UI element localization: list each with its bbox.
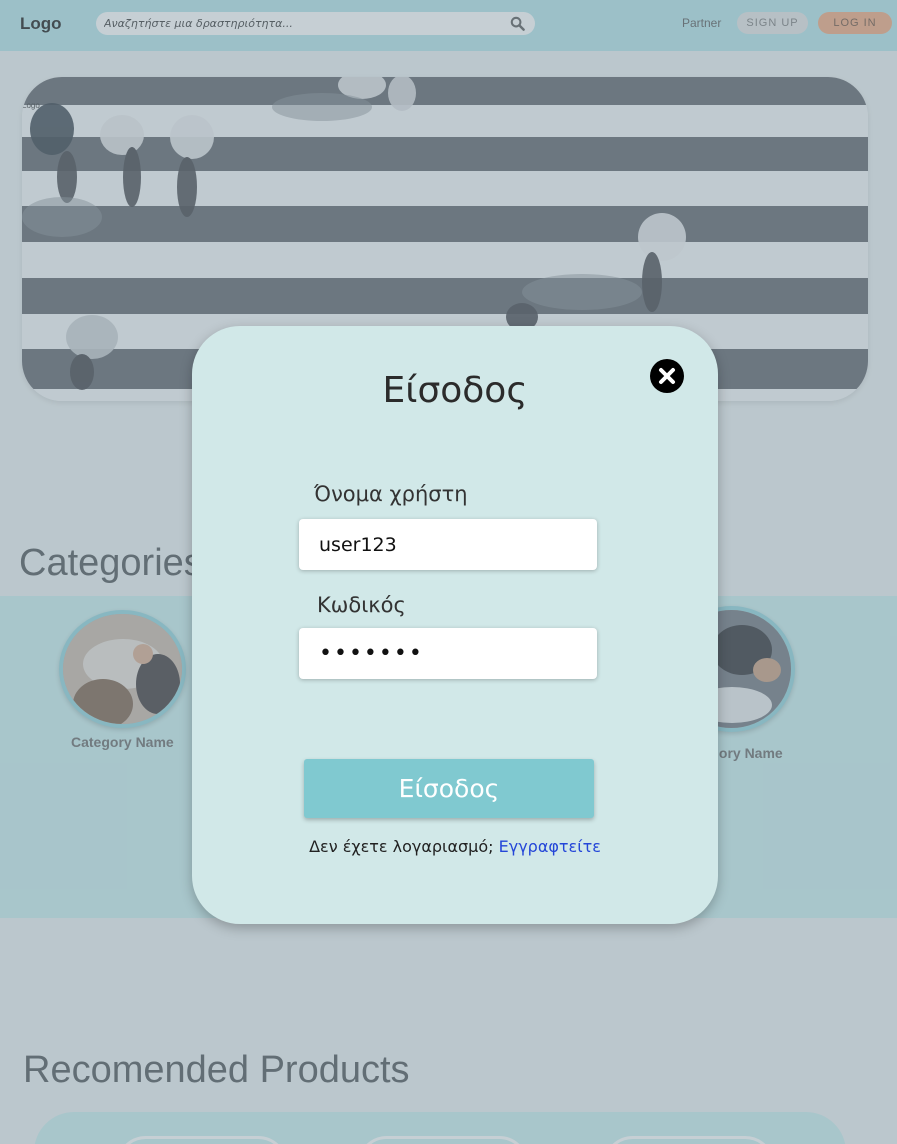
username-label: Όνομα χρήστη xyxy=(314,482,468,506)
close-icon xyxy=(659,368,675,384)
login-modal: Είσοδος Όνομα χρήστη Κωδικός Είσοδος Δεν… xyxy=(192,326,718,924)
register-link[interactable]: Εγγραφτείτε xyxy=(499,837,601,856)
no-account-text: Δεν έχετε λογαριασμό; xyxy=(309,837,494,856)
login-submit-button[interactable]: Είσοδος xyxy=(304,759,594,818)
modal-title: Είσοδος xyxy=(382,370,528,411)
password-input[interactable] xyxy=(299,628,597,679)
password-label: Κωδικός xyxy=(317,593,406,617)
register-prompt: Δεν έχετε λογαριασμό; Εγγραφτείτε xyxy=(192,837,718,856)
username-input[interactable] xyxy=(299,519,597,570)
close-button[interactable] xyxy=(650,359,684,393)
